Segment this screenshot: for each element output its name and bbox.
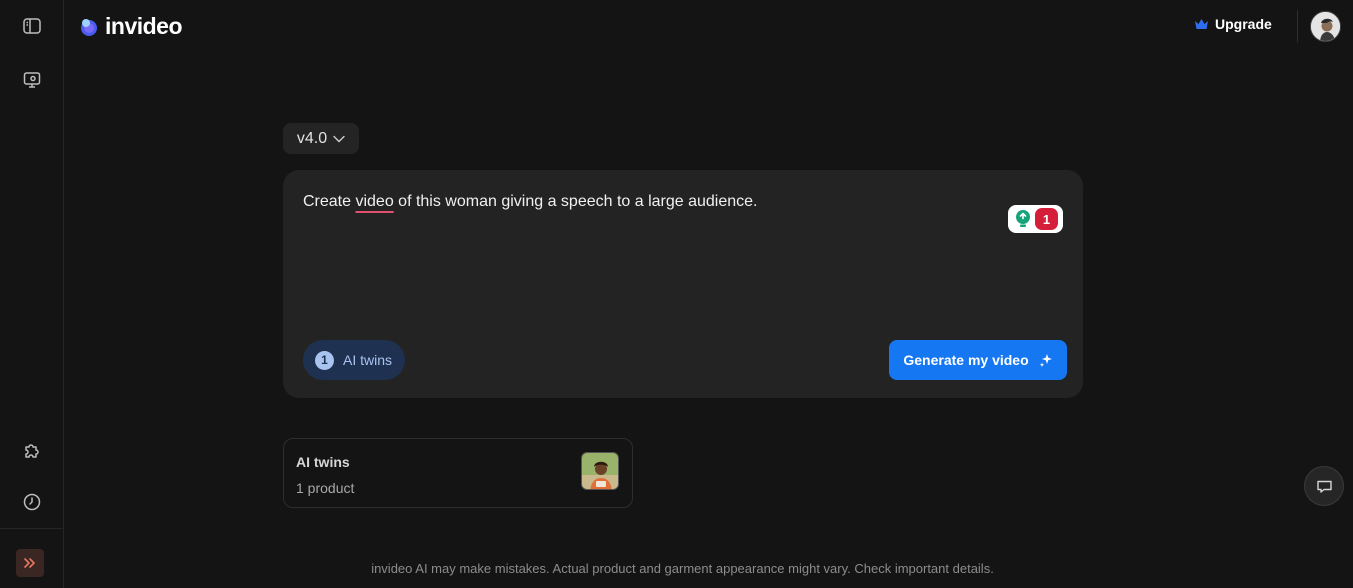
ai-disclaimer: invideo AI may make mistakes. Actual pro… — [371, 561, 994, 576]
chevron-down-icon — [333, 135, 345, 142]
project-icon — [23, 72, 41, 88]
user-avatar[interactable] — [1310, 11, 1341, 42]
invideo-logo-icon — [81, 18, 97, 36]
upgrade-button[interactable]: Upgrade — [1194, 16, 1272, 32]
sidebar — [0, 0, 64, 588]
puzzle-icon — [25, 444, 39, 458]
version-selector[interactable]: v4.0 — [283, 123, 359, 154]
panel-toggle-icon — [23, 18, 41, 34]
prompt-text-start: Create — [303, 193, 356, 210]
avatar-image — [1311, 12, 1340, 41]
ai-twin-image — [582, 453, 618, 489]
prompt-input[interactable]: Create video of this woman giving a spee… — [303, 193, 758, 211]
grammar-assistant-icon — [1016, 210, 1030, 227]
version-label: v4.0 — [296, 129, 328, 147]
sparkle-icon — [1039, 354, 1052, 367]
prompt-composer: Create video of this woman giving a spee… — [283, 170, 1083, 398]
ai-twins-count: 1 product — [296, 480, 355, 496]
generate-label: Generate my video — [903, 352, 1029, 368]
header-divider — [1297, 10, 1298, 42]
ai-twins-chip[interactable]: 1 AI twins — [303, 340, 405, 380]
crown-icon — [1195, 18, 1208, 29]
ai-twin-thumbnail[interactable] — [581, 452, 619, 490]
grammar-assistant-badge[interactable]: 1 — [1008, 205, 1063, 233]
history-icon — [23, 493, 41, 511]
prompt-text-end: of this woman giving a speech to a large… — [393, 193, 758, 210]
grammar-issue-count: 1 — [1035, 208, 1058, 230]
integrations-button[interactable] — [16, 434, 48, 466]
projects-button[interactable] — [16, 64, 48, 96]
upgrade-label: Upgrade — [1215, 16, 1272, 32]
panel-toggle-button[interactable] — [16, 10, 48, 42]
brand-name: invideo — [105, 13, 183, 39]
brand-logo[interactable]: invideo — [79, 13, 183, 40]
chat-icon — [1316, 480, 1332, 493]
sidebar-divider — [0, 528, 64, 529]
ai-twins-card[interactable]: AI twins 1 product — [283, 438, 633, 508]
attachment-count: 1 — [315, 350, 334, 370]
flagged-word[interactable]: video — [355, 193, 393, 210]
history-button[interactable] — [16, 486, 48, 518]
attachment-label: AI twins — [343, 352, 393, 368]
generate-video-button[interactable]: Generate my video — [889, 340, 1067, 380]
support-chat-button[interactable] — [1304, 466, 1344, 506]
ai-twins-title: AI twins — [296, 454, 350, 470]
